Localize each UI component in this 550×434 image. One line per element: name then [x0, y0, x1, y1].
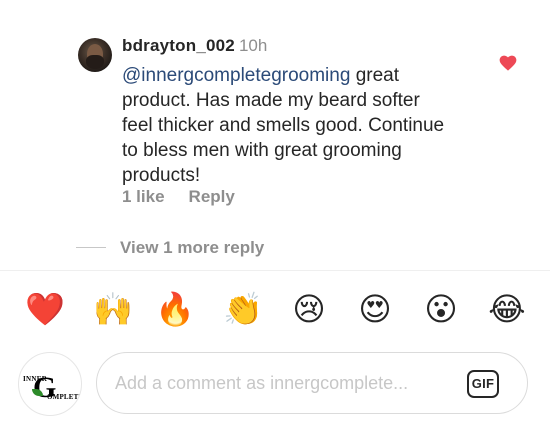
heart-filled-icon[interactable]	[499, 55, 517, 71]
comment: bdrayton_002 10h @innergcompletegrooming …	[0, 0, 550, 270]
comment-text: @innergcompletegrooming great product. H…	[122, 63, 452, 188]
emoji-heart[interactable]: ❤️	[22, 286, 68, 332]
like-count[interactable]: 1 like	[122, 187, 165, 206]
emoji-laughing[interactable]: 😂	[484, 286, 530, 332]
avatar-beard	[86, 55, 104, 69]
reply-button[interactable]: Reply	[189, 187, 235, 206]
emoji-surprised[interactable]: 😮	[418, 286, 464, 332]
gif-button[interactable]: GIF	[467, 370, 499, 398]
comment-header: bdrayton_002 10h	[122, 36, 267, 56]
view-more-label[interactable]: View 1 more reply	[120, 237, 264, 259]
emoji-fire[interactable]: 🔥	[152, 286, 198, 332]
emoji-raised-hands[interactable]: 🙌	[90, 286, 136, 332]
comment-actions: 1 like Reply	[122, 186, 235, 208]
emoji-clapping[interactable]: 👏	[220, 286, 266, 332]
emoji-heart-eyes[interactable]: 😍	[352, 286, 398, 332]
mention-link[interactable]: @innergcompletegrooming	[122, 65, 350, 86]
comment-composer: INNER G OMPLETE GIF	[0, 344, 550, 424]
commenter-username[interactable]: bdrayton_002	[122, 36, 235, 55]
emoji-bar: ❤️ 🙌 🔥 👏 😢 😍 😮 😂	[0, 286, 550, 332]
my-avatar[interactable]: INNER G OMPLETE	[18, 352, 82, 416]
emoji-crying[interactable]: 😢	[286, 286, 332, 332]
comment-input[interactable]	[115, 363, 455, 403]
comment-time: 10h	[238, 36, 268, 55]
commenter-avatar[interactable]	[78, 38, 112, 72]
view-more-line	[76, 247, 106, 248]
logo-text-complete: OMPLETE	[47, 393, 82, 401]
divider	[0, 270, 550, 271]
view-more-replies[interactable]: View 1 more reply	[0, 236, 550, 260]
comment-input-pill: GIF	[96, 352, 528, 414]
